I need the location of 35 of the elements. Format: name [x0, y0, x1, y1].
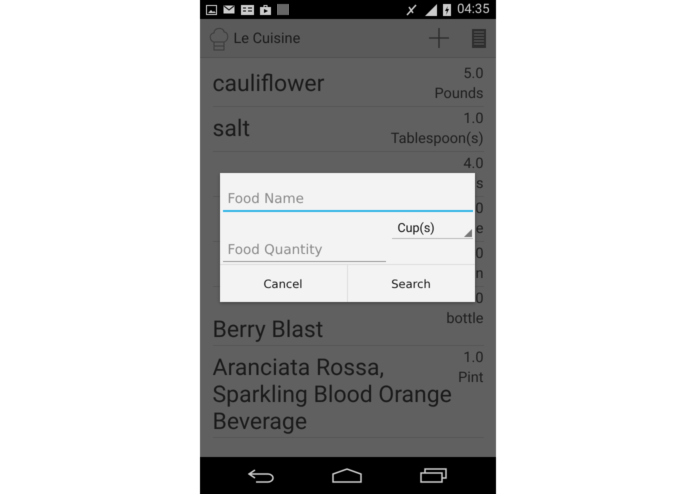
- food-quantity: 1.0: [463, 109, 484, 129]
- food-name-field[interactable]: Food Name: [222, 190, 472, 212]
- food-quantity: 5.0: [463, 64, 484, 84]
- food-unit: Tablespoon(s): [390, 129, 484, 149]
- food-quantity: 0: [475, 244, 484, 264]
- food-quantity: 0: [475, 289, 484, 309]
- food-quantity: 0: [475, 199, 484, 219]
- food-quantity: 4.0: [463, 154, 484, 174]
- bag-icon: [260, 4, 270, 14]
- food-name: cauliflower: [212, 69, 324, 97]
- food-unit: e: [476, 219, 484, 239]
- home-icon[interactable]: [332, 468, 362, 483]
- food-unit: s: [476, 174, 484, 194]
- food-unit: n: [475, 264, 484, 284]
- app-title: Le Cuisine: [234, 30, 302, 46]
- unit-dropdown[interactable]: Cup(s): [392, 219, 472, 239]
- picture-icon: [206, 4, 216, 14]
- food-unit: Pint: [458, 368, 484, 388]
- food-quantity: 1.0: [463, 348, 484, 368]
- battery-icon: [443, 3, 452, 16]
- status-time: 04:35: [457, 2, 490, 17]
- food-quantity-field[interactable]: Food Quantity: [222, 240, 386, 262]
- food-name: Berry Blast: [212, 315, 324, 343]
- food-name: Aranciata Rossa, Sparkling Blood Orange Beverage: [212, 353, 453, 435]
- mail-icon: [222, 5, 234, 14]
- barcode-icon: [276, 4, 288, 15]
- dropdown-triangle-icon: [464, 229, 472, 237]
- search-button[interactable]: Search: [346, 265, 474, 302]
- food-name: salt: [212, 114, 250, 142]
- food-unit: bottle: [446, 309, 484, 329]
- back-icon[interactable]: [248, 468, 274, 482]
- cancel-button[interactable]: Cancel: [220, 265, 346, 302]
- food-unit: Pounds: [434, 84, 484, 104]
- recent-apps-icon[interactable]: [420, 468, 447, 483]
- signal-icon: [423, 4, 438, 16]
